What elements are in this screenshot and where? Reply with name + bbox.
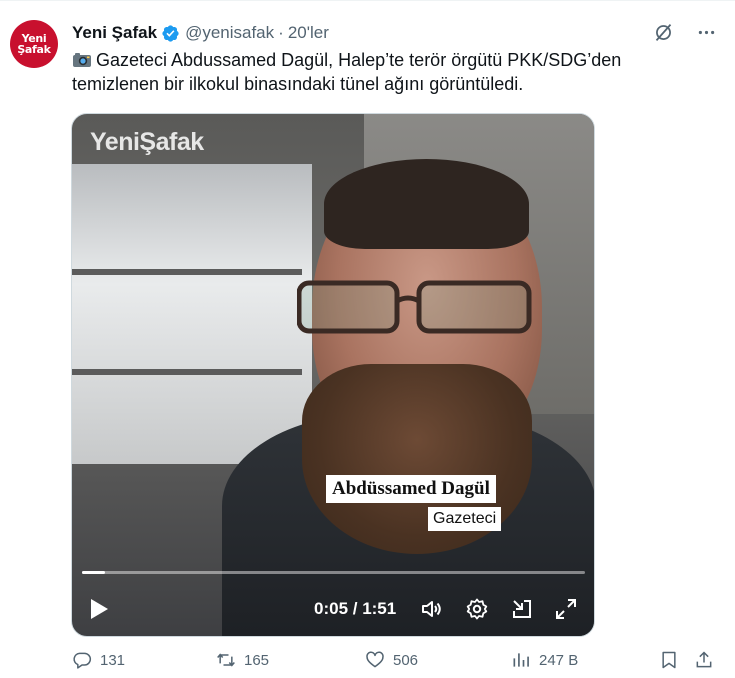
avatar-text-line2: Şafak xyxy=(17,43,51,56)
tweet-header: Yeni Şafak @yenisafak · 20'ler xyxy=(72,22,329,44)
reply-count: 131 xyxy=(100,651,126,669)
glasses xyxy=(297,280,532,334)
video-background-window xyxy=(72,164,312,464)
progress-fill xyxy=(82,571,105,574)
share-button[interactable] xyxy=(694,650,722,670)
tweet-actions: 131 165 506 247 B xyxy=(72,650,722,674)
verified-badge-icon xyxy=(162,24,179,42)
window-bar xyxy=(72,369,302,375)
account-handle[interactable]: @yenisafak xyxy=(185,23,274,43)
repost-button[interactable]: 165 xyxy=(216,650,269,670)
divider xyxy=(0,0,735,1)
reply-button[interactable]: 131 xyxy=(72,650,125,670)
more-icon[interactable] xyxy=(696,22,717,43)
person-hair xyxy=(324,159,529,249)
window-bar xyxy=(72,269,302,275)
settings-icon[interactable] xyxy=(465,597,489,621)
top-actions xyxy=(653,22,717,43)
bookmark-icon xyxy=(662,651,676,669)
lower-third-name: Abdüssamed Dagül xyxy=(326,475,496,503)
video-controls: 0:05 / 1:51 xyxy=(72,584,594,634)
fullscreen-icon[interactable] xyxy=(554,597,578,621)
lower-third: Abdüssamed Dagül Gazeteci xyxy=(326,475,502,531)
grok-icon[interactable] xyxy=(653,22,674,43)
volume-icon[interactable] xyxy=(420,597,444,621)
like-button[interactable]: 506 xyxy=(365,650,418,670)
share-icon xyxy=(696,651,712,668)
like-count: 506 xyxy=(393,651,419,669)
views-button[interactable]: 247 B xyxy=(511,650,578,670)
avatar[interactable]: Yeni Şafak xyxy=(10,20,58,68)
like-icon xyxy=(366,651,384,668)
tweet-text-line1: Gazeteci Abdussamed Dagül, Halep’te terö… xyxy=(96,50,622,70)
bookmark-button[interactable] xyxy=(659,650,687,670)
separator: · xyxy=(278,23,284,42)
tweet-text: Gazeteci Abdussamed Dagül, Halep’te terö… xyxy=(72,48,672,96)
video-watermark: YeniŞafak xyxy=(90,128,204,156)
tweet-article[interactable]: Yeni Şafak Yeni Şafak @yenisafak · 20'le… xyxy=(0,0,735,678)
lower-third-title: Gazeteci xyxy=(428,507,502,531)
views-icon xyxy=(513,653,529,667)
timestamp[interactable]: 20'ler xyxy=(288,23,329,43)
minimize-icon[interactable] xyxy=(510,597,534,621)
play-icon[interactable] xyxy=(88,597,110,621)
camera-emoji-icon xyxy=(73,53,91,67)
repost-count: 165 xyxy=(244,651,270,669)
progress-bar[interactable] xyxy=(82,571,585,574)
reply-icon xyxy=(73,652,92,669)
account-name[interactable]: Yeni Şafak xyxy=(72,23,157,43)
views-count: 247 B xyxy=(539,651,579,669)
tweet-text-line2: temizlenen bir ilkokul binasındaki tünel… xyxy=(72,74,524,94)
repost-icon xyxy=(217,653,235,667)
timecode: 0:05 / 1:51 xyxy=(314,599,397,618)
video-player[interactable]: YeniŞafak Abdüssamed Dagül Gazeteci 0:05… xyxy=(71,113,595,637)
